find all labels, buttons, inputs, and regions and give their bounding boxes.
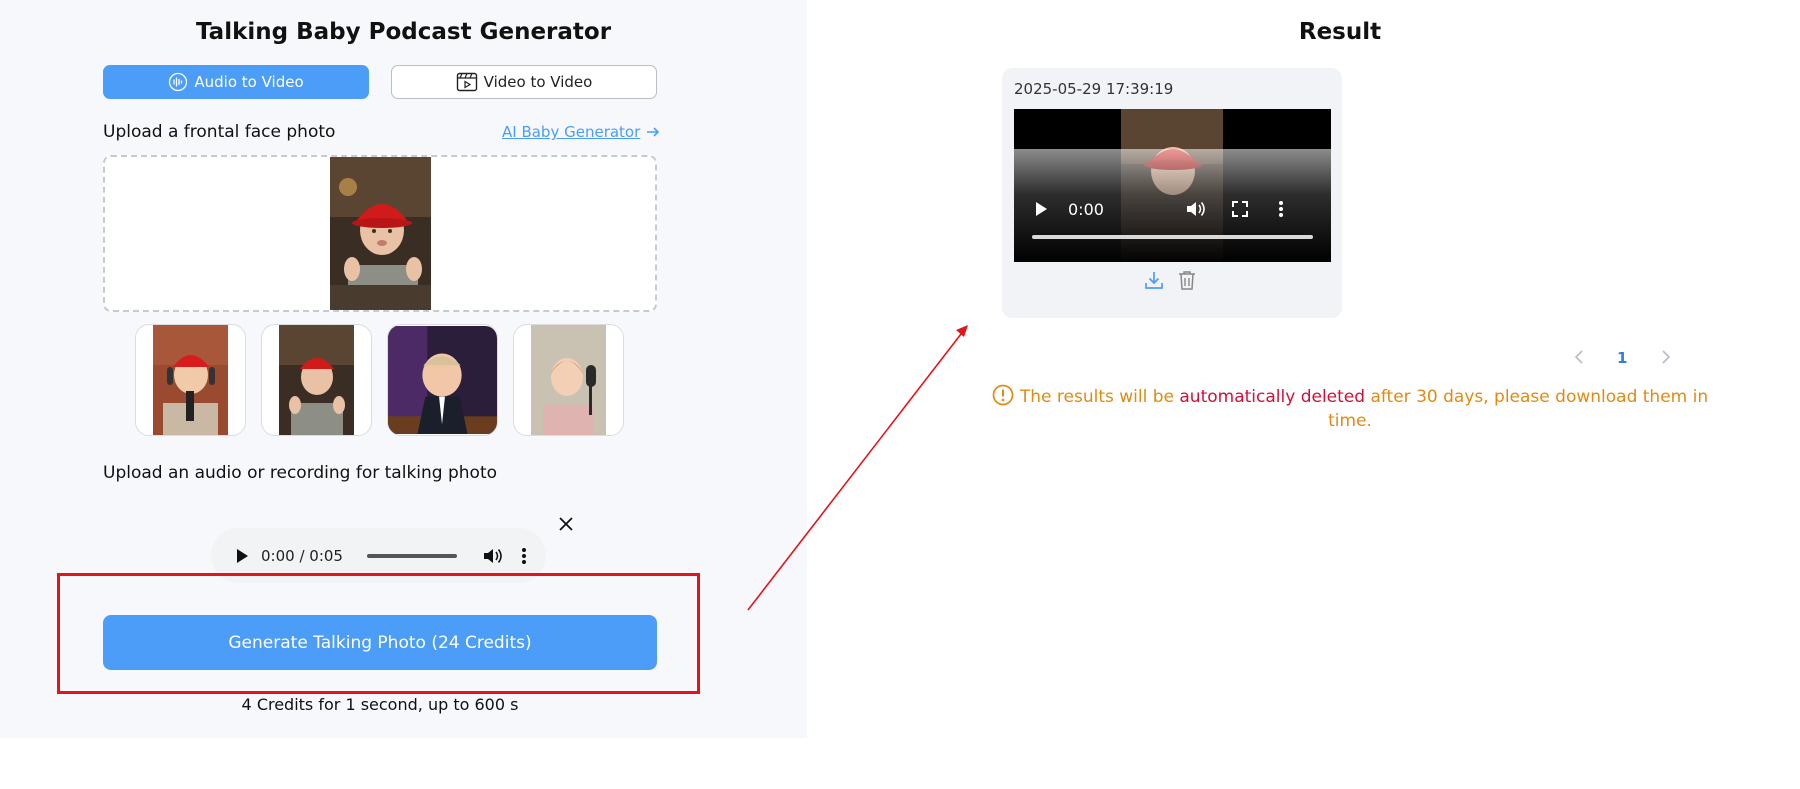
- video-seek-bar[interactable]: [1032, 235, 1313, 239]
- pager-prev-button[interactable]: [1574, 349, 1584, 369]
- chevron-left-icon: [1574, 349, 1584, 365]
- play-icon[interactable]: [1034, 197, 1048, 221]
- notice-text-1: The results will be: [1019, 387, 1180, 407]
- video-controls: 0:00: [1014, 197, 1331, 221]
- chevron-right-icon: [1661, 349, 1671, 365]
- download-icon[interactable]: [1144, 270, 1164, 290]
- result-title: Result: [1298, 19, 1382, 45]
- video-time: 0:00: [1068, 199, 1104, 219]
- pager-page-1[interactable]: 1: [1617, 349, 1627, 367]
- fullscreen-icon[interactable]: [1232, 197, 1248, 221]
- more-options-icon[interactable]: [1278, 197, 1284, 221]
- volume-icon[interactable]: [1186, 197, 1206, 221]
- warning-icon: [992, 384, 1014, 406]
- result-timestamp: 2025-05-29 17:39:19: [1014, 80, 1174, 98]
- trash-icon[interactable]: [1178, 270, 1196, 290]
- pager-next-button[interactable]: [1661, 349, 1671, 369]
- result-video[interactable]: 0:00: [1014, 109, 1331, 262]
- result-card: 2025-05-29 17:39:19 0:00: [1002, 68, 1342, 318]
- result-actions: [1144, 270, 1196, 290]
- deletion-notice: The results will be automatically delete…: [990, 384, 1710, 433]
- notice-text-2: after 30 days: [1365, 387, 1484, 407]
- notice-highlight: automatically deleted: [1179, 387, 1366, 407]
